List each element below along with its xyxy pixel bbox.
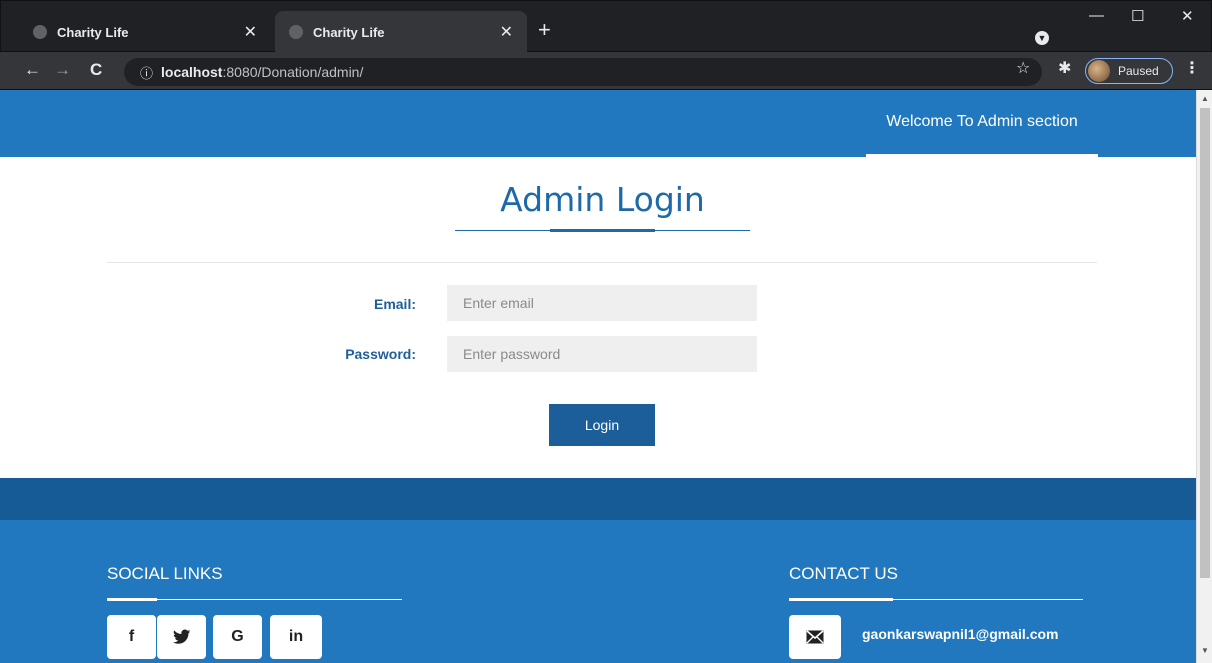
globe-icon: [33, 25, 47, 39]
twitter-bird-icon: [172, 629, 190, 644]
avatar: [1088, 60, 1110, 82]
maximize-button[interactable]: ☐: [1131, 7, 1144, 25]
password-field[interactable]: [447, 336, 757, 372]
footer: SOCIAL LINKS CONTACT US f G in gaonkarsw…: [0, 520, 1196, 663]
login-button[interactable]: Login: [549, 404, 655, 446]
new-tab-button[interactable]: +: [538, 17, 551, 43]
back-button[interactable]: ←: [24, 60, 41, 80]
page-viewport: Welcome To Admin section Admin Login Ema…: [0, 90, 1196, 663]
contact-email[interactable]: gaonkarswapnil1@gmail.com: [862, 626, 1059, 642]
reload-button[interactable]: C: [90, 60, 102, 80]
mail-icon[interactable]: [789, 615, 841, 659]
minimize-button[interactable]: —: [1089, 7, 1104, 24]
email-field[interactable]: [447, 285, 757, 321]
contact-accent: [789, 598, 893, 601]
url-path: :8080/Donation/admin/: [222, 64, 364, 80]
admin-section-link[interactable]: Welcome To Admin section: [866, 90, 1098, 157]
tab-title: Charity Life: [57, 24, 129, 40]
footer-band: [0, 478, 1196, 520]
forward-button[interactable]: →: [54, 60, 71, 80]
social-links-heading: SOCIAL LINKS: [107, 564, 223, 583]
tab-title: Charity Life: [313, 24, 385, 40]
menu-icon[interactable]: ⋮: [1184, 58, 1200, 78]
email-label: Email:: [373, 296, 416, 312]
facebook-icon[interactable]: f: [107, 615, 156, 659]
contact-us-heading: CONTACT US: [789, 564, 898, 583]
scroll-down-icon[interactable]: ▼: [1201, 646, 1209, 655]
info-icon[interactable]: ⓘ: [140, 63, 153, 82]
envelope-icon: [806, 630, 824, 644]
extensions-icon[interactable]: ✱: [1058, 58, 1071, 78]
page-scrollbar[interactable]: ▲ ▼: [1196, 90, 1212, 663]
profile-button[interactable]: Paused: [1085, 58, 1173, 84]
address-bar[interactable]: ⓘ localhost :8080/Donation/admin/: [124, 58, 1042, 86]
divider: [107, 262, 1097, 263]
close-icon[interactable]: ✕: [500, 22, 513, 42]
url-host: localhost: [161, 64, 223, 80]
tab-strip: Charity Life ✕ Charity Life ✕ + ▼ — ☐ ✕: [0, 0, 1212, 53]
profile-status: Paused: [1118, 64, 1159, 78]
page-title: Admin Login: [500, 180, 705, 219]
social-accent: [107, 598, 157, 601]
scrollbar-thumb[interactable]: [1200, 108, 1210, 578]
site-header: Welcome To Admin section: [0, 90, 1196, 157]
tab-charity-life-1[interactable]: Charity Life ✕: [19, 11, 271, 53]
password-label: Password:: [345, 346, 416, 362]
title-accent: [550, 229, 655, 232]
twitter-icon[interactable]: [157, 615, 206, 659]
bookmark-star-icon[interactable]: ☆: [1016, 58, 1030, 78]
tab-charity-life-2[interactable]: Charity Life ✕: [275, 11, 527, 53]
globe-icon: [289, 25, 303, 39]
linkedin-icon[interactable]: in: [270, 615, 322, 659]
close-window-button[interactable]: ✕: [1181, 7, 1194, 25]
google-icon[interactable]: G: [213, 615, 262, 659]
chevron-down-icon[interactable]: ▼: [1035, 31, 1049, 45]
close-icon[interactable]: ✕: [244, 22, 257, 42]
scroll-up-icon[interactable]: ▲: [1201, 94, 1209, 103]
